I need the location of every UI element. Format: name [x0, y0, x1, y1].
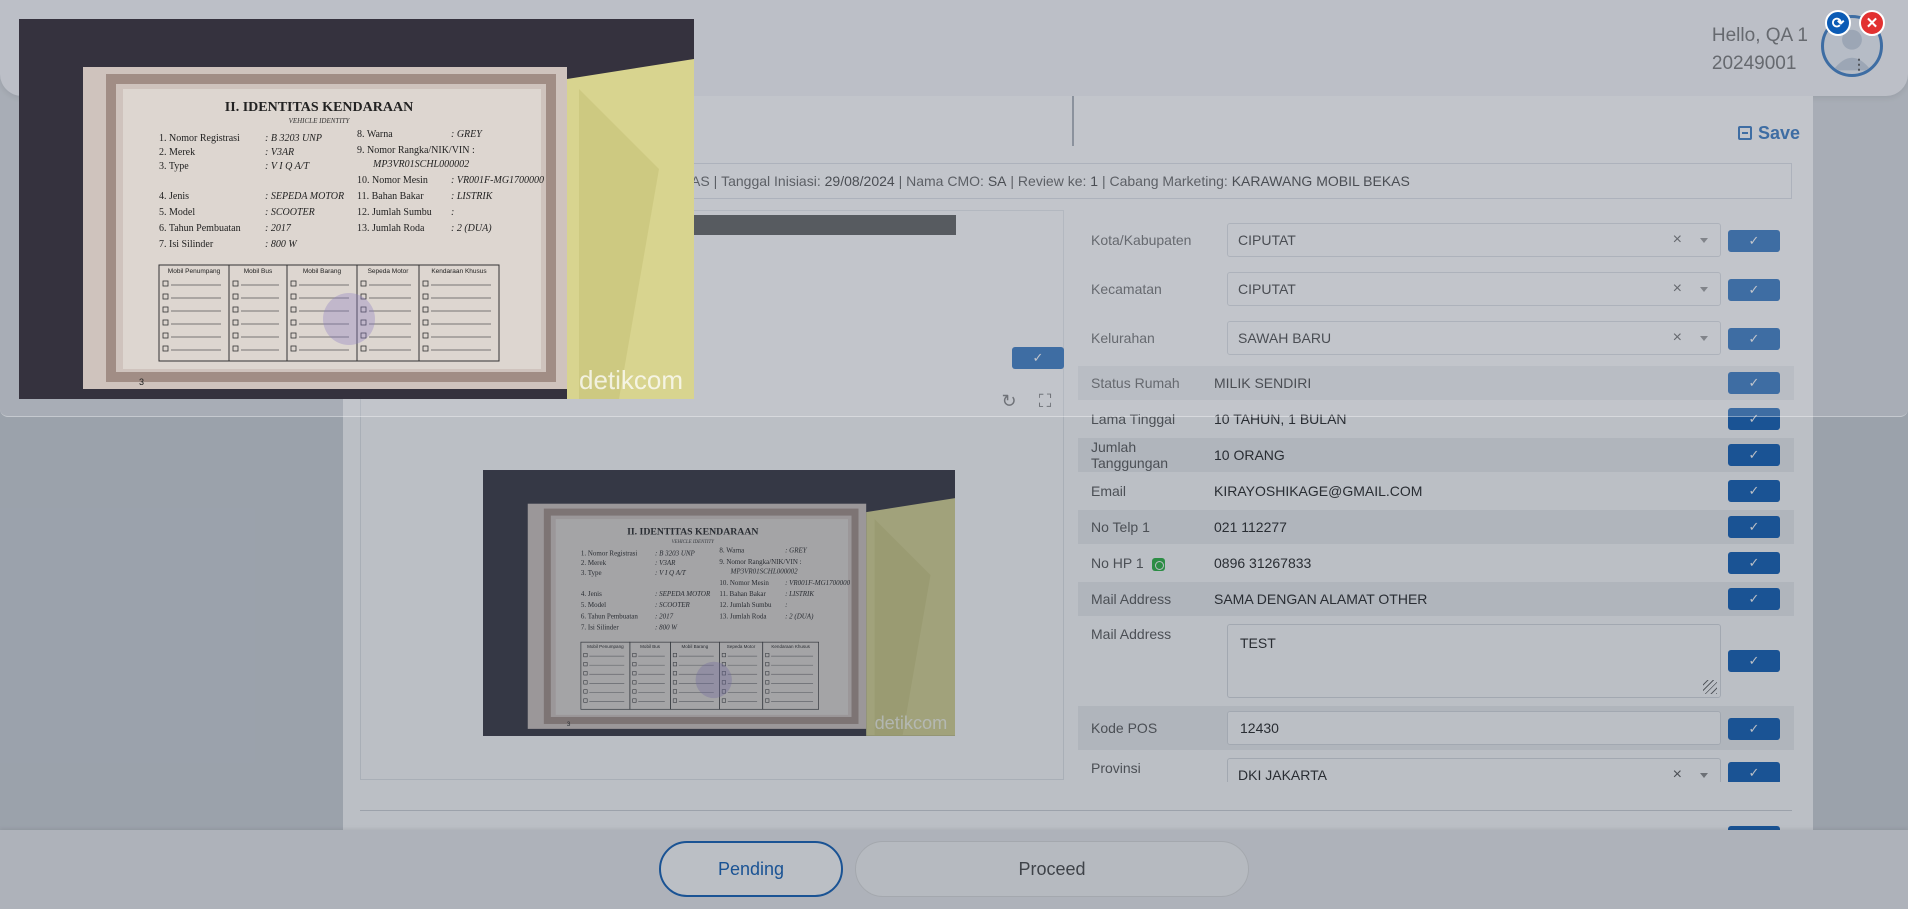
document-field-label: 3. Type [159, 161, 189, 172]
document-table-header: Mobil Penumpang [168, 268, 221, 275]
document-field-value: : SCOOTER [265, 207, 315, 218]
document-field-label: 1. Nomor Registrasi [159, 133, 240, 144]
document-field-value: : V I Q A/T [265, 161, 311, 172]
document-field-label: 8. Warna [357, 129, 393, 140]
document-field-label: 12. Jumlah Sumbu [357, 207, 432, 218]
document-stamp [323, 293, 375, 345]
document-field-value: : LISTRIK [451, 191, 494, 202]
document-table-header: Sepeda Motor [368, 268, 410, 275]
document-subheading: VEHICLE IDENTITY [289, 117, 351, 125]
document-field-label: 10. Nomor Mesin [357, 175, 428, 186]
document-watermark: detikcom [579, 365, 683, 395]
document-table-header: Kendaraan Khusus [431, 268, 487, 275]
document-field-value: MP3VR01SCHL000002 [372, 159, 469, 170]
document-field-label: 11. Bahan Bakar [357, 191, 424, 202]
document-field-label: 6. Tahun Pembuatan [159, 223, 241, 234]
document-field-value: : GREY [451, 129, 483, 140]
stnk-document-image: II. IDENTITAS KENDARAAN VEHICLE IDENTITY 1… [19, 19, 694, 399]
document-field-label: 13. Jumlah Roda [357, 223, 425, 234]
document-page-number: 3 [139, 377, 144, 387]
preview-image: II. IDENTITAS KENDARAAN VEHICLE IDENTITY 1… [19, 19, 694, 399]
document-heading: II. IDENTITAS KENDARAAN [225, 100, 413, 115]
reload-icon[interactable]: ⟳ [1825, 10, 1851, 36]
document-field-value: : SEPEDA MOTOR [265, 191, 344, 202]
document-field-label: 5. Model [159, 207, 195, 218]
document-field-value: : V3AR [265, 147, 294, 158]
document-field-label: 2. Merek [159, 147, 195, 158]
document-field-value: : 800 W [265, 239, 298, 250]
document-field-value: : B 3203 UNP [265, 133, 322, 144]
document-field-value: : [451, 207, 454, 218]
document-table-header: Mobil Bus [244, 268, 273, 275]
document-field-label: 4. Jenis [159, 191, 189, 202]
document-field-label: 9. Nomor Rangka/NIK/VIN : [357, 145, 475, 156]
document-field-label: 7. Isi Silinder [159, 239, 214, 250]
document-field-value: : VR001F-MG1700000 [451, 175, 544, 186]
image-preview-overlay: II. IDENTITAS KENDARAAN VEHICLE IDENTITY 1… [0, 0, 1908, 417]
document-field-value: : 2017 [265, 223, 292, 234]
document-table-header: Mobil Barang [303, 268, 342, 275]
document-field-value: : 2 (DUA) [451, 223, 492, 234]
close-icon[interactable]: ✕ [1859, 10, 1885, 36]
